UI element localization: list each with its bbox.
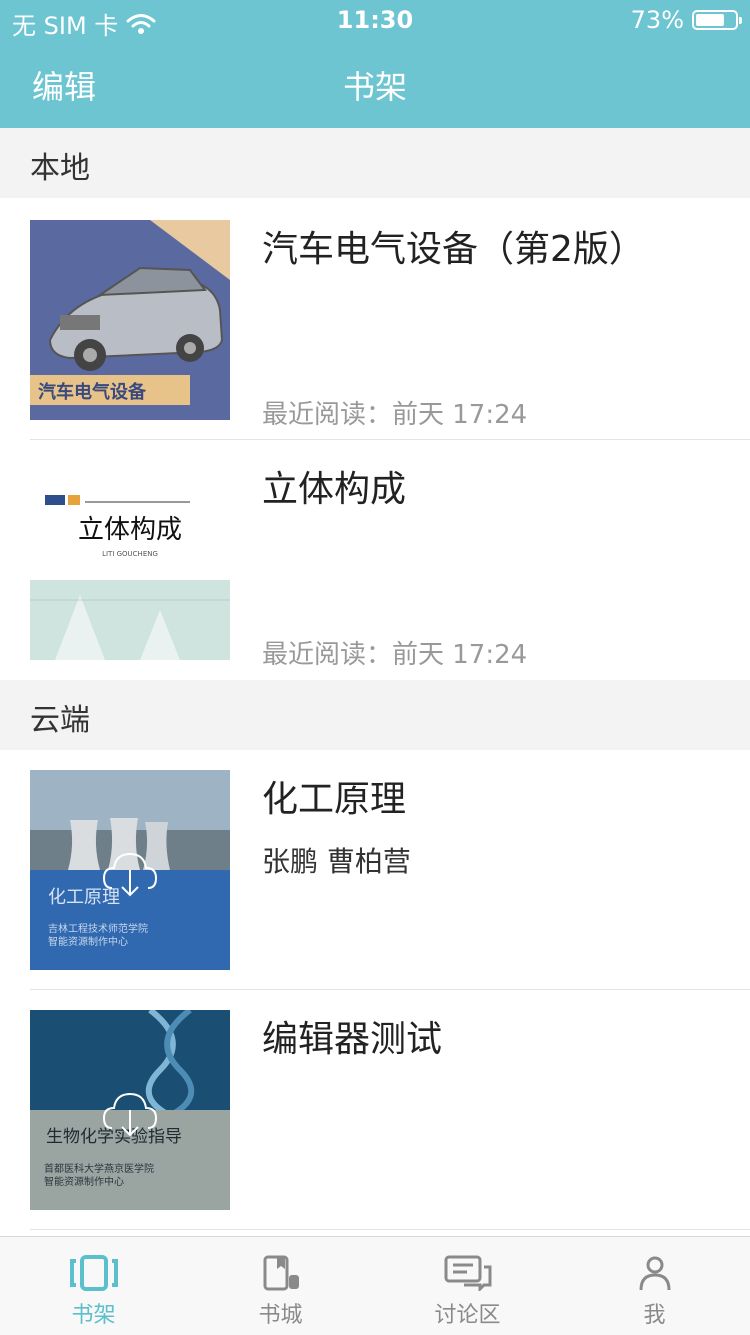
tab-bookshelf[interactable]: 书架 — [0, 1237, 187, 1335]
book-row[interactable]: 生物化学实验指导 首都医科大学燕京医学院 智能资源制作中心 编辑器测试 — [0, 990, 750, 1230]
bookstore-icon — [263, 1255, 299, 1291]
tab-bookstore[interactable]: 书城 — [187, 1237, 374, 1335]
page-title: 书架 — [342, 68, 407, 106]
book-row[interactable]: 汽车电气设备 汽车电气设备（第2版） 最近阅读：前天 17:24 — [0, 200, 750, 440]
book-row[interactable]: 立体构成 LITI GOUCHENG 立体构成 最近阅读：前天 17:24 — [0, 440, 750, 680]
tab-bar: 书架 书城 讨论区 我 — [0, 1236, 750, 1335]
cover-title: 立体构成 — [78, 515, 182, 545]
cover-subtitle: LITI GOUCHENG — [102, 550, 158, 558]
book-title: 编辑器测试 — [262, 1019, 443, 1060]
liti-cover-image: 立体构成 LITI GOUCHENG — [30, 460, 230, 660]
book-cover[interactable]: 立体构成 LITI GOUCHENG — [30, 460, 230, 660]
book-cover[interactable]: 汽车电气设备 — [30, 220, 230, 420]
tab-discussion[interactable]: 讨论区 — [374, 1237, 561, 1335]
top-bar: 无 SIM 卡 11:30 73% 编辑 书架 — [0, 0, 750, 128]
book-cover[interactable]: 生物化学实验指导 首都医科大学燕京医学院 智能资源制作中心 — [30, 1010, 230, 1210]
discussion-icon — [444, 1255, 491, 1291]
book-author: 张鹏 曹柏营 — [262, 845, 411, 878]
tab-label: 书城 — [258, 1303, 303, 1328]
chemical-cover-image: 化工原理 吉林工程技术师范学院 智能资源制作中心 — [30, 770, 230, 970]
row-divider — [30, 1229, 750, 1230]
profile-icon — [639, 1256, 670, 1291]
section-label: 本地 — [30, 151, 90, 186]
cover-subtitle: 智能资源制作中心 — [48, 935, 128, 948]
cover-subtitle: 吉林工程技术师范学院 — [48, 922, 148, 935]
section-header-cloud: 云端 — [0, 680, 750, 750]
book-cover[interactable]: 化工原理 吉林工程技术师范学院 智能资源制作中心 — [30, 770, 230, 970]
nav-bar: 编辑 书架 — [0, 40, 750, 128]
book-title: 立体构成 — [262, 469, 407, 510]
bookshelf-icon — [69, 1255, 118, 1291]
cover-subtitle: 首都医科大学燕京医学院 — [44, 1162, 154, 1175]
tab-label: 我 — [643, 1303, 666, 1328]
tab-label: 书架 — [71, 1303, 116, 1328]
cover-title: 化工原理 — [48, 887, 120, 908]
biochem-cover-image: 生物化学实验指导 首都医科大学燕京医学院 智能资源制作中心 — [30, 1010, 230, 1210]
last-read: 最近阅读：前天 17:24 — [262, 400, 528, 430]
section-label: 云端 — [30, 703, 90, 738]
tab-label: 讨论区 — [434, 1303, 501, 1328]
battery-level — [696, 14, 724, 26]
battery-icon — [692, 10, 742, 30]
cover-title: 生物化学实验指导 — [46, 1127, 182, 1147]
book-title: 汽车电气设备（第2版） — [262, 229, 645, 270]
book-title: 化工原理 — [262, 779, 407, 820]
cover-subtitle: 智能资源制作中心 — [44, 1175, 124, 1188]
section-header-local: 本地 — [0, 128, 750, 198]
cover-title: 汽车电气设备 — [38, 381, 147, 403]
last-read: 最近阅读：前天 17:24 — [262, 640, 528, 670]
tab-me[interactable]: 我 — [561, 1237, 748, 1335]
car-cover-image: 汽车电气设备 — [30, 220, 230, 420]
book-row[interactable]: 化工原理 吉林工程技术师范学院 智能资源制作中心 化工原理 张鹏 曹柏营 — [0, 750, 750, 990]
status-bar: 无 SIM 卡 11:30 73% — [0, 0, 750, 40]
battery-percent: 73% — [630, 6, 684, 34]
